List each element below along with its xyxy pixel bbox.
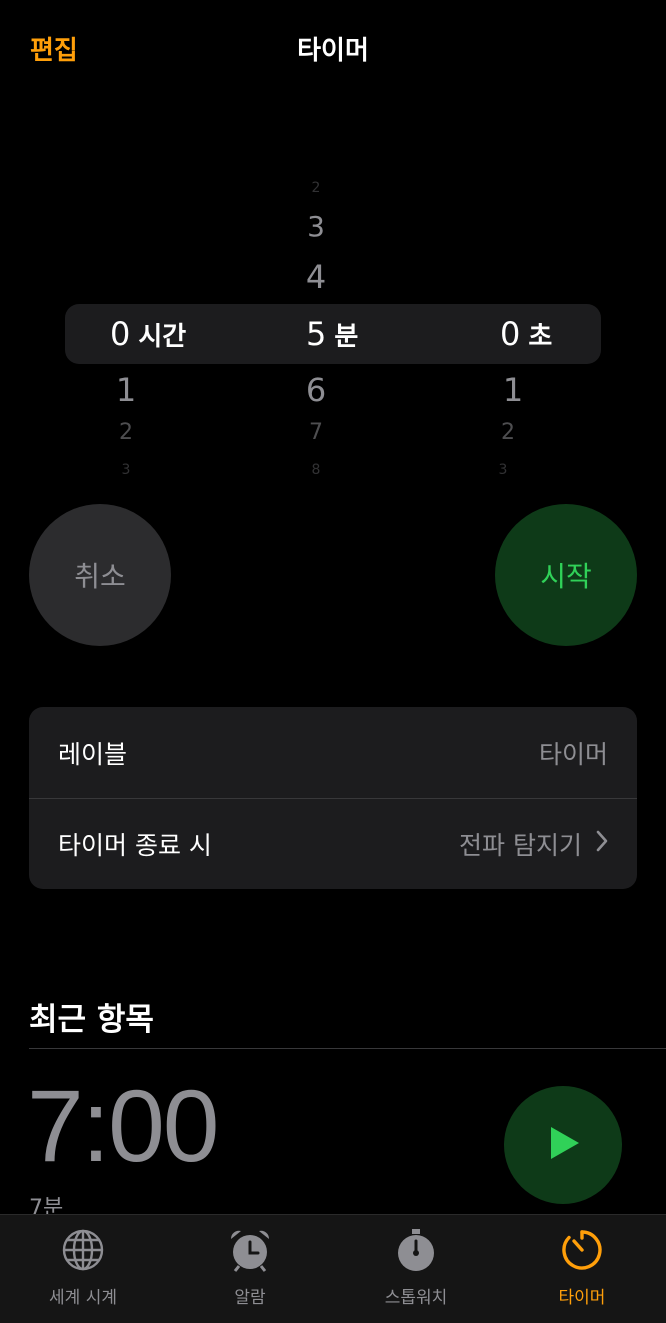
picker-value: 2 (501, 420, 515, 445)
timer-settings-card: 레이블 타이머 타이머 종료 시 전파 탐지기 (29, 707, 637, 889)
label-row[interactable]: 레이블 타이머 (29, 707, 637, 798)
hours-unit: 시간 (138, 322, 187, 352)
seconds-value: 0 (500, 315, 521, 353)
globe-icon (23, 1227, 143, 1273)
hours-value: 0 (110, 315, 131, 353)
tab-timer[interactable]: 타이머 (522, 1227, 642, 1308)
tab-alarm[interactable]: 알람 (190, 1227, 310, 1308)
alarm-clock-icon (190, 1227, 310, 1273)
minutes-selected[interactable]: 5분 (306, 312, 358, 356)
picker-value: 3 (307, 210, 325, 243)
tab-label: 세계 시계 (49, 1288, 117, 1308)
recents-heading: 최근 항목 (29, 1002, 154, 1038)
page-title: 타이머 (297, 36, 369, 66)
stopwatch-icon (356, 1227, 476, 1273)
picker-value: 3 (121, 462, 131, 478)
minutes-value: 5 (306, 315, 327, 353)
tab-label: 스톱워치 (384, 1288, 448, 1308)
cancel-button[interactable]: 취소 (29, 504, 171, 646)
tab-label: 알람 (234, 1288, 266, 1308)
hours-selected[interactable]: 0 시간 (110, 312, 186, 356)
tab-bar: 세계 시계 알람 스톱워치 타이머 (0, 1214, 666, 1323)
picker-value: 1 (115, 371, 137, 409)
seconds-unit: 초 (528, 322, 553, 352)
picker-value: 3 (498, 462, 508, 478)
picker-value: 4 (305, 258, 327, 296)
picker-value: 6 (305, 371, 327, 409)
picker-value: 2 (119, 420, 133, 445)
when-timer-ends-value: 전파 탐지기 (459, 830, 582, 860)
label-input[interactable]: 타이머 (539, 735, 608, 771)
tab-stopwatch[interactable]: 스톱워치 (356, 1227, 476, 1308)
picker-value: 7 (309, 420, 323, 445)
picker-value: 2 (311, 180, 321, 196)
play-icon (543, 1123, 583, 1167)
when-timer-ends-title: 타이머 종료 시 (58, 830, 212, 860)
play-recent-button[interactable] (504, 1086, 622, 1204)
tab-label: 타이머 (558, 1288, 606, 1308)
picker-value: 1 (502, 371, 524, 409)
start-button[interactable]: 시작 (495, 504, 637, 646)
recent-timer-duration[interactable]: 7:00 (27, 1068, 220, 1185)
label-row-title: 레이블 (58, 739, 128, 769)
seconds-selected[interactable]: 0초 (500, 312, 552, 356)
timer-icon (522, 1227, 642, 1273)
when-timer-ends-row[interactable]: 타이머 종료 시 전파 탐지기 (29, 798, 637, 889)
tab-world-clock[interactable]: 세계 시계 (23, 1227, 143, 1308)
minutes-unit: 분 (334, 322, 359, 352)
picker-value: 8 (311, 462, 321, 478)
divider (29, 1048, 666, 1049)
chevron-right-icon (596, 829, 608, 858)
